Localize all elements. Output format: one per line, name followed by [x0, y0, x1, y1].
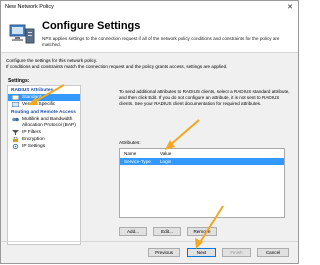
title-bar: New Network Policy ✕ — [1, 1, 298, 14]
nav-item-multilink-bap[interactable]: Multilink and Bandwidth Allocation Proto… — [8, 116, 80, 129]
nav-item-ip-settings[interactable]: IP Settings — [8, 143, 80, 150]
cancel-button[interactable]: Cancel — [257, 248, 289, 257]
wizard-header: Configure Settings NPS applies settings … — [1, 14, 298, 53]
network-settings-icon — [12, 144, 19, 149]
settings-label: Settings: — [8, 78, 30, 84]
attributes-pane: To send additional attributes to RADIUS … — [85, 85, 295, 245]
window-title: New Network Policy — [5, 4, 54, 10]
new-network-policy-window: New Network Policy ✕ Configure Settings … — [0, 0, 299, 264]
page-title: Configure Settings — [42, 20, 141, 32]
add-button[interactable]: Add... — [119, 227, 147, 236]
nav-item-ip-filters[interactable]: IP Filters — [8, 129, 80, 136]
nav-item-label: Encryption — [22, 137, 45, 142]
edit-button[interactable]: Edit... — [153, 227, 181, 236]
column-header-name[interactable]: Name — [124, 151, 136, 157]
nav-item-encryption[interactable]: Encryption — [8, 136, 80, 143]
next-button[interactable]: Next — [187, 248, 216, 257]
remove-button[interactable]: Remove — [187, 227, 217, 236]
wizard-footer: Previous Next Finish Cancel — [1, 241, 298, 263]
close-icon[interactable]: ✕ — [287, 1, 293, 14]
instructions-text: To send additional attributes to RADIUS … — [119, 89, 290, 106]
multilink-icon — [12, 117, 19, 122]
settings-nav: RADIUS Attributes Standard Vendor Specif… — [7, 85, 81, 245]
nav-item-vendor-specific[interactable]: Vendor Specific — [8, 101, 80, 108]
nav-item-standard[interactable]: Standard — [8, 94, 80, 101]
nav-item-label: Vendor Specific — [22, 102, 56, 107]
nav-item-label: IP Settings — [22, 144, 46, 149]
nav-item-label: Standard — [22, 95, 42, 100]
nav-item-label: IP Filters — [22, 130, 41, 135]
filter-icon — [12, 130, 19, 135]
radius-attribute-icon — [12, 95, 19, 100]
table-row[interactable]: Service-Type Login — [120, 158, 284, 165]
column-header-value[interactable]: Value — [160, 151, 171, 157]
nav-item-label: Multilink and Bandwidth Allocation Proto… — [22, 117, 76, 128]
page-description: NPS applies settings to the connection r… — [42, 36, 280, 47]
cell-name: Service-Type — [124, 159, 151, 164]
cell-value: Login — [160, 159, 172, 164]
radius-attribute-icon — [12, 102, 19, 107]
finish-button[interactable]: Finish — [222, 248, 251, 257]
attributes-label: Attributes: — [119, 141, 141, 146]
previous-button[interactable]: Previous — [148, 248, 180, 257]
intro-text: Configure the settings for this network … — [6, 58, 228, 69]
lock-icon — [13, 137, 18, 142]
network-policy-icon — [9, 24, 35, 44]
list-header: Name Value — [120, 151, 284, 157]
attributes-list[interactable]: Name Value Service-Type Login — [119, 148, 285, 218]
